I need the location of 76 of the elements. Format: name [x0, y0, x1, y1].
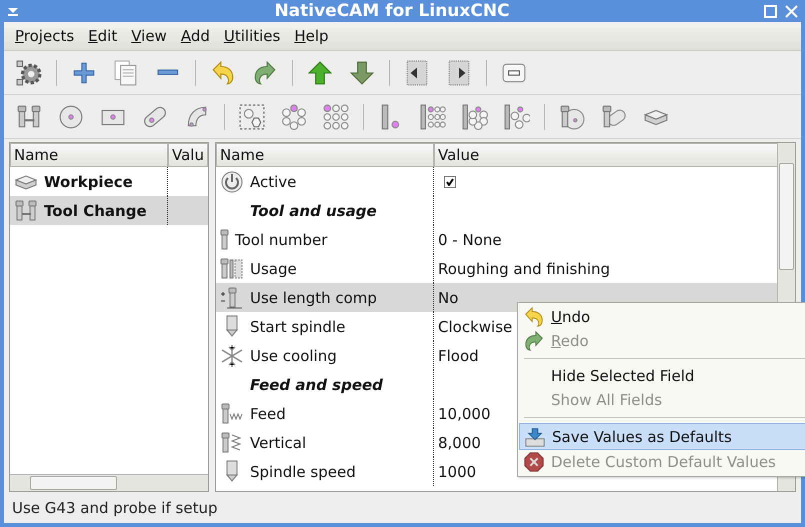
undo-icon [210, 60, 236, 86]
property-name: Use length comp [250, 288, 377, 306]
tool-icon [220, 229, 229, 250]
close-icon [784, 4, 799, 18]
menu-item[interactable]: Edit [81, 25, 124, 47]
property-value: 8,000 [437, 434, 481, 452]
property-value: No [437, 288, 458, 306]
maximize-button[interactable] [763, 4, 778, 18]
section-heading: Feed and speed [250, 376, 383, 394]
drill-pattern-icon [504, 104, 530, 130]
window-title: NativeCAM for LinuxCNC [274, 1, 510, 21]
property-value: 10,000 [437, 404, 490, 422]
property-value: Roughing and finishing [437, 260, 610, 278]
tree-row[interactable]: Tool Change [10, 196, 208, 225]
menu-item[interactable]: Hide Selected Field [518, 364, 805, 388]
maximize-icon [763, 4, 778, 18]
tree-item-label: Workpiece [44, 172, 133, 190]
down-arrow-icon [349, 60, 375, 86]
expand-icon [446, 60, 472, 86]
property-name: Use cooling [250, 346, 337, 364]
circle-pocket-icon [58, 104, 84, 130]
tools-icon [220, 256, 244, 280]
tool-change-icon [14, 198, 38, 222]
save-icon [524, 426, 546, 448]
property-row[interactable]: Tool number 0 - None [216, 225, 778, 254]
menu-item[interactable]: Utilities [216, 25, 288, 47]
feed-icon [220, 402, 244, 426]
snowflake-icon [220, 344, 244, 368]
hole-circle-icon [281, 104, 307, 130]
add-icon [71, 60, 97, 86]
column-header[interactable]: Value [434, 143, 778, 167]
menu-item[interactable]: View [124, 25, 174, 47]
collapse-icon [404, 60, 430, 86]
property-name: Spindle speed [250, 462, 356, 480]
redo-icon [523, 330, 545, 352]
column-header[interactable]: Valu [168, 143, 208, 167]
power-icon [220, 170, 244, 194]
menu-item[interactable]: Projects [8, 25, 82, 47]
copy-icon [113, 60, 139, 86]
property-value: 1000 [437, 462, 476, 480]
property-name: Start spindle [250, 318, 346, 336]
settings-icon [16, 60, 42, 86]
tool-length-icon [220, 286, 244, 310]
tree-item-label: Tool Change [44, 202, 147, 220]
close-button[interactable] [784, 4, 799, 18]
counterbore-icon [559, 104, 585, 130]
up-arrow-icon [307, 60, 333, 86]
property-value: Flood [437, 346, 479, 364]
undo-icon [523, 306, 545, 328]
property-name: Feed [250, 404, 286, 422]
property-name: Active [250, 172, 296, 190]
checkbox[interactable] [444, 176, 456, 188]
menu-item[interactable]: Help [287, 25, 336, 47]
drill-circle-icon [462, 104, 488, 130]
delete-icon [523, 451, 545, 473]
horizontal-scrollbar[interactable] [10, 474, 208, 491]
remove-icon [157, 69, 179, 76]
redo-icon [252, 60, 278, 86]
tool-change-icon [16, 104, 42, 130]
group-icon [239, 104, 265, 130]
counterbore-slot-icon [601, 104, 627, 130]
section-heading: Tool and usage [250, 202, 377, 220]
property-name: Usage [250, 260, 297, 278]
menu-item[interactable]: Add [174, 25, 217, 47]
hole-grid-icon [323, 104, 349, 130]
property-row[interactable]: Active [216, 167, 778, 196]
property-name: Tool number [235, 230, 328, 248]
vertical-feed-icon [220, 430, 244, 454]
column-header[interactable]: Name [10, 143, 168, 167]
menu-item[interactable]: Save Values as Defaults [519, 423, 805, 450]
property-name: Vertical [250, 434, 306, 452]
column-header[interactable]: Name [216, 143, 434, 167]
drill-grid-icon [420, 104, 446, 130]
property-value: Clockwise [437, 318, 512, 336]
status-text: Use G43 and probe if setup [12, 498, 218, 516]
property-value: 0 - None [437, 230, 502, 248]
